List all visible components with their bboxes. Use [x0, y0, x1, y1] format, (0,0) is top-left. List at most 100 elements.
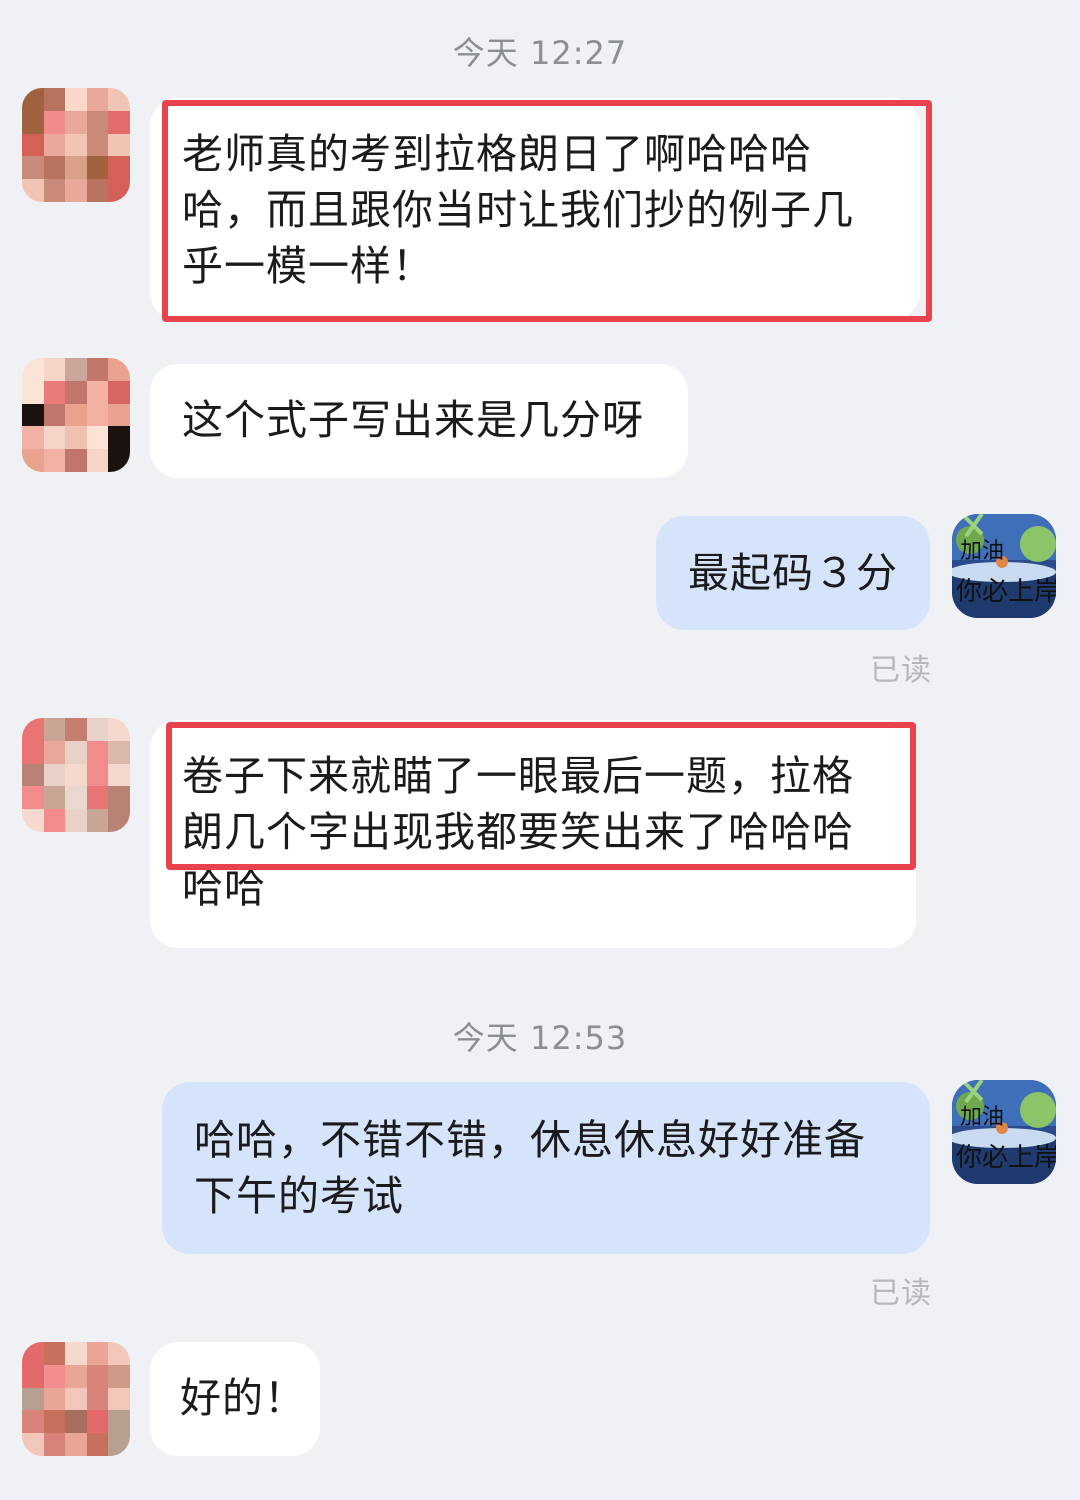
avatar-mosaic-pixel	[65, 358, 87, 381]
avatar-text-top: 加油	[960, 539, 1004, 564]
avatar-mosaic-pixel	[65, 763, 87, 787]
message-bubble-incoming[interactable]: 好的！	[150, 1342, 320, 1456]
avatar-mosaic-pixel	[108, 156, 130, 180]
avatar-mosaic-pixel	[43, 358, 66, 381]
avatar-mosaic-pixel	[43, 1410, 66, 1434]
avatar-mosaic-pixel	[86, 740, 109, 764]
avatar-mosaic-pixel	[43, 718, 66, 741]
avatar-mosaic-pixel	[22, 1387, 44, 1411]
avatar-mosaic-pixel	[43, 133, 66, 157]
avatar-mosaic-pixel	[43, 1387, 66, 1411]
avatar-mosaic-pixel	[22, 718, 44, 741]
avatar-mosaic-pixel	[65, 449, 87, 472]
message-bubble-outgoing[interactable]: 最起码３分	[656, 516, 930, 630]
avatar-mosaic-pixel	[108, 179, 130, 202]
avatar-mosaic-pixel	[86, 786, 109, 810]
avatar-mosaic-pixel	[22, 809, 44, 832]
avatar-mosaic-pixel	[43, 740, 66, 764]
avatar-mosaic-pixel	[43, 786, 66, 810]
avatar-mosaic-pixel	[86, 380, 109, 404]
avatar-mosaic-pixel	[22, 110, 44, 134]
avatar-mosaic-pixel	[108, 426, 130, 450]
avatar-mosaic-pixel	[86, 763, 109, 787]
avatar-mosaic-pixel	[43, 426, 66, 450]
avatar-mosaic-pixel	[65, 740, 87, 764]
avatar-mosaic-pixel	[86, 110, 109, 134]
avatar-mosaic-pixel	[65, 156, 87, 180]
avatar-mosaic-pixel	[65, 380, 87, 404]
contact-avatar[interactable]	[22, 88, 130, 202]
avatar-text-top: 加油	[960, 1105, 1004, 1130]
avatar-mosaic-pixel	[43, 110, 66, 134]
avatar-mosaic-pixel	[22, 1342, 44, 1365]
avatar-mosaic-pixel	[43, 763, 66, 787]
avatar-mosaic-pixel	[108, 1410, 130, 1434]
avatar-mosaic-pixel	[22, 786, 44, 810]
avatar-mosaic-pixel	[65, 133, 87, 157]
avatar-mosaic-pixel	[108, 133, 130, 157]
avatar-mosaic-pixel	[43, 88, 66, 111]
avatar-mosaic-pixel	[65, 1410, 87, 1434]
avatar-mosaic-pixel	[86, 1387, 109, 1411]
avatar-mosaic-pixel	[108, 1342, 130, 1365]
avatar-mosaic-pixel	[86, 809, 109, 832]
avatar-mosaic-pixel	[43, 1342, 66, 1365]
avatar-mosaic-pixel	[108, 809, 130, 832]
avatar-mosaic-pixel	[22, 179, 44, 202]
avatar-mosaic-pixel	[108, 449, 130, 472]
avatar-mosaic-pixel	[86, 449, 109, 472]
my-avatar[interactable]: 加油 你必上岸	[952, 514, 1056, 618]
avatar-mosaic-pixel	[108, 740, 130, 764]
avatar-mosaic-pixel	[108, 403, 130, 427]
avatar-mosaic-pixel	[65, 426, 87, 450]
my-avatar[interactable]: 加油 你必上岸	[952, 1080, 1056, 1184]
avatar-mosaic-pixel	[65, 88, 87, 111]
avatar-mosaic-pixel	[22, 358, 44, 381]
avatar-text-bottom: 你必上岸	[956, 577, 1056, 607]
avatar-mosaic-pixel	[43, 1433, 66, 1456]
avatar-mosaic-pixel	[108, 380, 130, 404]
avatar-mosaic-pixel	[22, 403, 44, 427]
avatar-mosaic-pixel	[43, 403, 66, 427]
avatar-mosaic-pixel	[22, 1410, 44, 1434]
avatar-mosaic-pixel	[65, 1364, 87, 1388]
contact-avatar[interactable]	[22, 1342, 130, 1456]
avatar-mosaic-pixel	[108, 1364, 130, 1388]
avatar-mosaic-pixel	[65, 1433, 87, 1456]
avatar-mosaic-pixel	[22, 1433, 44, 1456]
avatar-mosaic-pixel	[108, 1433, 130, 1456]
contact-avatar[interactable]	[22, 358, 130, 472]
read-receipt: 已读	[870, 653, 932, 688]
avatar-mosaic-pixel	[108, 88, 130, 111]
contact-avatar[interactable]	[22, 718, 130, 832]
avatar-text-bottom: 你必上岸	[956, 1143, 1056, 1173]
avatar-mosaic-pixel	[86, 1342, 109, 1365]
avatar-mosaic-pixel	[86, 133, 109, 157]
avatar-mosaic-pixel	[108, 1387, 130, 1411]
avatar-mosaic-pixel	[43, 156, 66, 180]
avatar-mosaic-pixel	[86, 426, 109, 450]
avatar-mosaic-pixel	[22, 133, 44, 157]
avatar-mosaic-pixel	[65, 718, 87, 741]
avatar-mosaic-pixel	[22, 449, 44, 472]
avatar-mosaic-pixel	[108, 358, 130, 381]
avatar-mosaic-pixel	[108, 786, 130, 810]
avatar-mosaic-pixel	[22, 740, 44, 764]
avatar-mosaic-pixel	[22, 156, 44, 180]
message-bubble-incoming[interactable]: 卷子下来就瞄了一眼最后一题，拉格 朗几个字出现我都要笑出来了哈哈哈 哈哈	[150, 720, 916, 948]
avatar-mosaic-pixel	[86, 1410, 109, 1434]
avatar-mosaic-pixel	[43, 1364, 66, 1388]
message-bubble-outgoing[interactable]: 哈哈，不错不错，休息休息好好准备 下午的考试	[162, 1082, 930, 1254]
avatar-mosaic-pixel	[65, 110, 87, 134]
dragonfly-avatar-image: 加油 你必上岸	[952, 1080, 1056, 1184]
avatar-mosaic-pixel	[108, 763, 130, 787]
message-bubble-incoming[interactable]: 老师真的考到拉格朗日了啊哈哈哈 哈，而且跟你当时让我们抄的例子几 乎一模一样！	[150, 98, 920, 320]
avatar-mosaic-pixel	[86, 403, 109, 427]
avatar-mosaic-pixel	[43, 380, 66, 404]
read-receipt: 已读	[870, 1276, 932, 1311]
avatar-mosaic-pixel	[65, 1342, 87, 1365]
avatar-mosaic-pixel	[43, 449, 66, 472]
avatar-mosaic-pixel	[86, 88, 109, 111]
message-bubble-incoming[interactable]: 这个式子写出来是几分呀	[150, 364, 688, 478]
avatar-mosaic-pixel	[22, 426, 44, 450]
